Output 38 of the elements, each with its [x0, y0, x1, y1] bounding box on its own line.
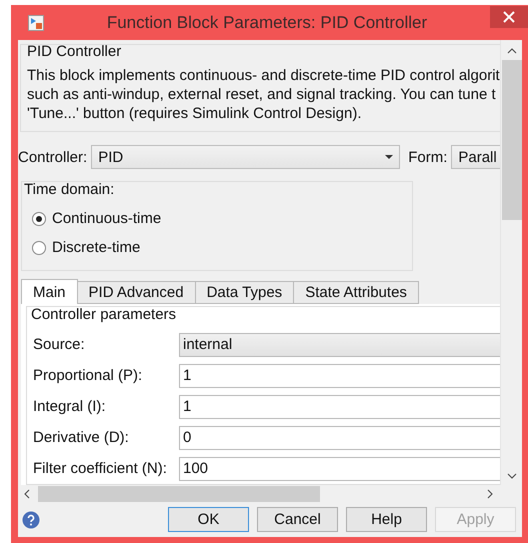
form-dropdown[interactable]: Parall: [451, 145, 500, 169]
description-text: This block implements continuous- and discrete-time PID control algorit: [27, 66, 500, 85]
help-icon[interactable]: [22, 510, 40, 528]
controller-label: Controller:: [18, 148, 88, 166]
vertical-scrollbar[interactable]: [500, 40, 522, 485]
source-dropdown[interactable]: internal: [179, 332, 500, 356]
group-title: Controller parameters: [31, 306, 178, 323]
tab[interactable]: Main: [21, 279, 78, 304]
description-text: such as anti-windup, external reset, and signal tracking. You can tune t: [27, 85, 497, 104]
caret-icon: [385, 155, 394, 159]
parameter-label: Integral (I):: [33, 398, 107, 415]
radio-button[interactable]: [32, 212, 46, 226]
parameter-label: Derivative (D):: [33, 429, 130, 446]
group-title: PID Controller: [27, 43, 122, 60]
block-icon: [28, 14, 44, 30]
description-text: 'Tune...' button (requires Simulink Control Design).: [27, 104, 362, 123]
group-title: Time domain:: [24, 181, 116, 198]
parameter-field[interactable]: 1: [179, 364, 500, 388]
radio-button[interactable]: [32, 240, 46, 254]
dialog-button[interactable]: Help: [346, 507, 427, 532]
parameter-label: Proportional (P):: [33, 367, 144, 384]
window-title: Function Block Parameters: PID Controller: [106, 12, 428, 32]
tab[interactable]: PID Advanced: [76, 281, 196, 304]
radio-label: Continuous-time: [52, 210, 162, 227]
tab[interactable]: Data Types: [194, 281, 294, 304]
form-label: Form:: [408, 148, 448, 166]
dialog-button[interactable]: Cancel: [257, 507, 338, 532]
close-icon: [503, 10, 515, 22]
radio-label: Discrete-time: [52, 239, 140, 256]
parameter-label: Source:: [33, 336, 86, 353]
dialog-button[interactable]: OK: [168, 507, 249, 532]
parameter-field[interactable]: 0: [179, 426, 500, 450]
tab[interactable]: State Attributes: [293, 281, 419, 304]
close-button[interactable]: [490, 6, 528, 28]
parameter-label: Filter coefficient (N):: [33, 460, 168, 477]
controller-dropdown[interactable]: PID: [91, 145, 400, 169]
parameter-field[interactable]: 1: [179, 394, 500, 418]
parameter-field[interactable]: 100: [179, 456, 500, 480]
